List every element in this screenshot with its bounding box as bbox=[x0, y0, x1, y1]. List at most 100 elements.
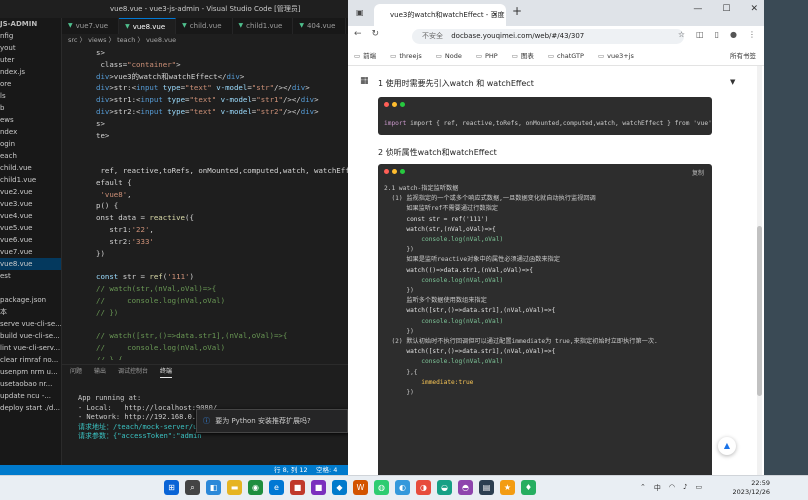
app-icon[interactable]: ★ bbox=[500, 480, 515, 495]
sidebar-item[interactable]: child.vue bbox=[0, 162, 61, 174]
search-icon[interactable]: ⌕ bbox=[185, 480, 200, 495]
maximize-icon[interactable]: ☐ bbox=[722, 4, 730, 14]
sidebar-item[interactable]: update ncu -... bbox=[0, 390, 61, 402]
app-icon[interactable]: ◑ bbox=[416, 480, 431, 495]
editor-tab[interactable]: ▼ vue8.vue bbox=[119, 18, 177, 34]
app-icon[interactable]: ▤ bbox=[479, 480, 494, 495]
status-item[interactable]: 空格: 4 bbox=[316, 465, 337, 475]
sidebar-item[interactable]: vue4.vue bbox=[0, 210, 61, 222]
sidebar-item[interactable]: package.json bbox=[0, 294, 61, 306]
status-item[interactable]: 行 8, 列 12 bbox=[274, 465, 308, 475]
bookmark-item[interactable]: ▭ chatGTP bbox=[548, 46, 584, 65]
sidebar-item[interactable]: uter bbox=[0, 54, 61, 66]
sidebar-item[interactable]: serve vue-cli-se... bbox=[0, 318, 61, 330]
page-scrollbar[interactable] bbox=[757, 66, 762, 475]
sidebar-item[interactable]: usenpm nrm u... bbox=[0, 366, 61, 378]
editor-tab[interactable]: ▼ vue7.vue bbox=[62, 18, 120, 34]
app-icon[interactable]: ◒ bbox=[437, 480, 452, 495]
task-view-icon[interactable]: ◧ bbox=[206, 480, 221, 495]
vscode-icon[interactable]: ◆ bbox=[332, 480, 347, 495]
sidebar-item[interactable]: JS-ADMIN bbox=[0, 18, 61, 30]
bookmark-item[interactable]: ▭ Node bbox=[436, 46, 462, 65]
copy-button[interactable]: 复制 bbox=[692, 168, 704, 177]
sidebar-item[interactable]: ndex bbox=[0, 126, 61, 138]
clock[interactable]: 22:59 2023/12/26 bbox=[733, 479, 770, 497]
folder-icon[interactable]: ▬ bbox=[227, 480, 242, 495]
sidebar-item[interactable]: clear rimraf no... bbox=[0, 354, 61, 366]
sidebar-item[interactable]: build vue-cli-se... bbox=[0, 330, 61, 342]
chevron-up-icon[interactable]: ⌃ bbox=[640, 483, 646, 493]
app-icon[interactable]: ◐ bbox=[395, 480, 410, 495]
panel-tab[interactable]: 问题 bbox=[70, 365, 82, 378]
chrome-icon[interactable]: ◉ bbox=[248, 480, 263, 495]
wechat-icon[interactable]: ◍ bbox=[374, 480, 389, 495]
app-icon[interactable]: W bbox=[353, 480, 368, 495]
sidebar-item[interactable]: vue8.vue bbox=[0, 258, 61, 270]
sidebar-item[interactable]: nfig bbox=[0, 30, 61, 42]
sidebar-item[interactable]: ogin bbox=[0, 138, 61, 150]
bookmark-item[interactable]: ▭ threejs bbox=[390, 46, 422, 65]
sidebar-icon[interactable]: ▯ bbox=[715, 30, 719, 39]
outline-icon[interactable]: ▦ bbox=[360, 76, 369, 86]
menu-icon[interactable]: ⋮ bbox=[748, 30, 756, 39]
sidebar-item[interactable]: each bbox=[0, 150, 61, 162]
sidebar-item[interactable]: vue6.vue bbox=[0, 234, 61, 246]
sidebar-item[interactable]: ndex.js bbox=[0, 66, 61, 78]
all-bookmarks[interactable]: 所有书签 bbox=[730, 46, 764, 65]
app-icon[interactable]: ♦ bbox=[521, 480, 536, 495]
sidebar-item[interactable]: ore bbox=[0, 78, 61, 90]
app-icon[interactable]: ■ bbox=[290, 480, 305, 495]
sidebar-item[interactable]: usetaobao nr... bbox=[0, 378, 61, 390]
new-tab-button[interactable]: + bbox=[512, 4, 522, 18]
back-icon[interactable]: ← bbox=[354, 29, 362, 39]
sidebar-item[interactable]: vue7.vue bbox=[0, 246, 61, 258]
panel-tab[interactable]: 输出 bbox=[94, 365, 106, 378]
sidebar-item[interactable]: yout bbox=[0, 42, 61, 54]
breadcrumb[interactable]: src 〉 views 〉 teach 〉 vue8.vue bbox=[62, 34, 348, 47]
close-window-icon[interactable]: ✕ bbox=[750, 4, 758, 14]
panel-tab[interactable]: 调试控制台 bbox=[118, 365, 148, 378]
extensions-icon[interactable]: ◫ bbox=[696, 30, 704, 39]
start-icon[interactable]: ⊞ bbox=[164, 480, 179, 495]
chevron-down-icon[interactable]: ▼ bbox=[730, 78, 735, 86]
panel-tab[interactable]: 终端 bbox=[160, 365, 173, 378]
scrollbar-thumb[interactable] bbox=[757, 226, 762, 396]
browser-tab[interactable]: vue3的watch和watchEffect - 百度 ✕ bbox=[374, 4, 506, 26]
sidebar-item[interactable] bbox=[0, 282, 61, 294]
python-extension-toast[interactable]: ⓘ 要为 Python 安装推荐扩展吗? bbox=[196, 409, 348, 433]
close-icon[interactable]: ✕ bbox=[492, 4, 498, 26]
sidebar-item[interactable]: lint vue-cli-serv... bbox=[0, 342, 61, 354]
back-to-top-button[interactable]: ▲ bbox=[718, 437, 736, 455]
app-icon[interactable]: ◓ bbox=[458, 480, 473, 495]
battery-icon[interactable]: ▭ bbox=[695, 483, 702, 493]
editor-tab[interactable]: ▼ child1.vue bbox=[233, 18, 294, 34]
sidebar-item[interactable]: deploy start ./d... bbox=[0, 402, 61, 414]
bookmark-star-icon[interactable]: ☆ bbox=[678, 30, 685, 39]
app-icon[interactable]: ■ bbox=[311, 480, 326, 495]
minimize-icon[interactable]: — bbox=[693, 4, 702, 14]
sidebar-item[interactable]: b bbox=[0, 102, 61, 114]
bookmark-item[interactable]: ▭ 前端 bbox=[354, 46, 376, 65]
bookmark-item[interactable]: ▭ PHP bbox=[476, 46, 498, 65]
sidebar-item[interactable]: vue5.vue bbox=[0, 222, 61, 234]
reload-icon[interactable]: ↻ bbox=[372, 29, 380, 39]
volume-icon[interactable]: ♪ bbox=[683, 483, 687, 493]
tab-list-icon[interactable]: ▣ bbox=[356, 8, 364, 17]
wifi-icon[interactable]: ◠ bbox=[669, 483, 675, 493]
sidebar-item[interactable]: est bbox=[0, 270, 61, 282]
editor-tab[interactable]: ▼ 404.vue bbox=[293, 18, 347, 34]
sidebar-item[interactable]: ls bbox=[0, 90, 61, 102]
profile-icon[interactable]: ● bbox=[730, 30, 737, 39]
code-editor[interactable]: s> class="container"> div>vue3的watch和watc… bbox=[62, 47, 348, 360]
sidebar-item[interactable]: vue3.vue bbox=[0, 198, 61, 210]
sidebar-item[interactable]: child1.vue bbox=[0, 174, 61, 186]
input-method-label[interactable]: 中 bbox=[654, 483, 661, 493]
edge-icon[interactable]: e bbox=[269, 480, 284, 495]
bookmark-item[interactable]: ▭ 图表 bbox=[512, 46, 534, 65]
bookmark-item[interactable]: ▭ vue3+js bbox=[598, 46, 634, 65]
sidebar-item[interactable]: vue2.vue bbox=[0, 186, 61, 198]
url-bar[interactable]: 不安全 docbase.youqimei.com/web/#/43/307 bbox=[412, 29, 684, 44]
sidebar-item[interactable]: ews bbox=[0, 114, 61, 126]
editor-tab[interactable]: ▼ child.vue bbox=[176, 18, 233, 34]
sidebar-item[interactable]: 本 bbox=[0, 306, 61, 318]
